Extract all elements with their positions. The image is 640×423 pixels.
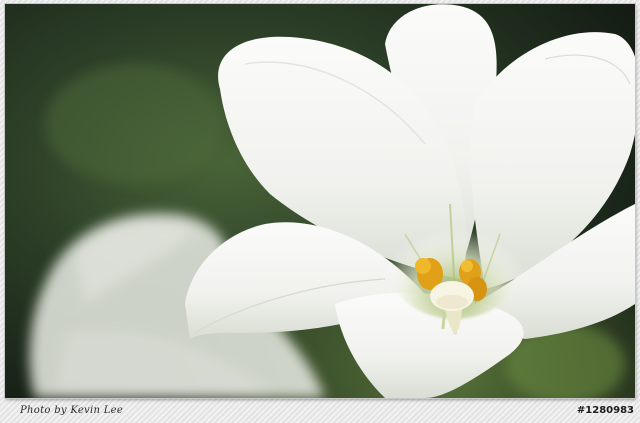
photo [5,4,635,398]
photo-id: #1280983 [576,405,634,416]
photo-frame: Photo by Kevin Lee #1280983 [0,0,640,423]
footer: Photo by Kevin Lee #1280983 [0,400,640,423]
lily-image [5,4,635,398]
photo-credit: Photo by Kevin Lee [20,405,124,416]
